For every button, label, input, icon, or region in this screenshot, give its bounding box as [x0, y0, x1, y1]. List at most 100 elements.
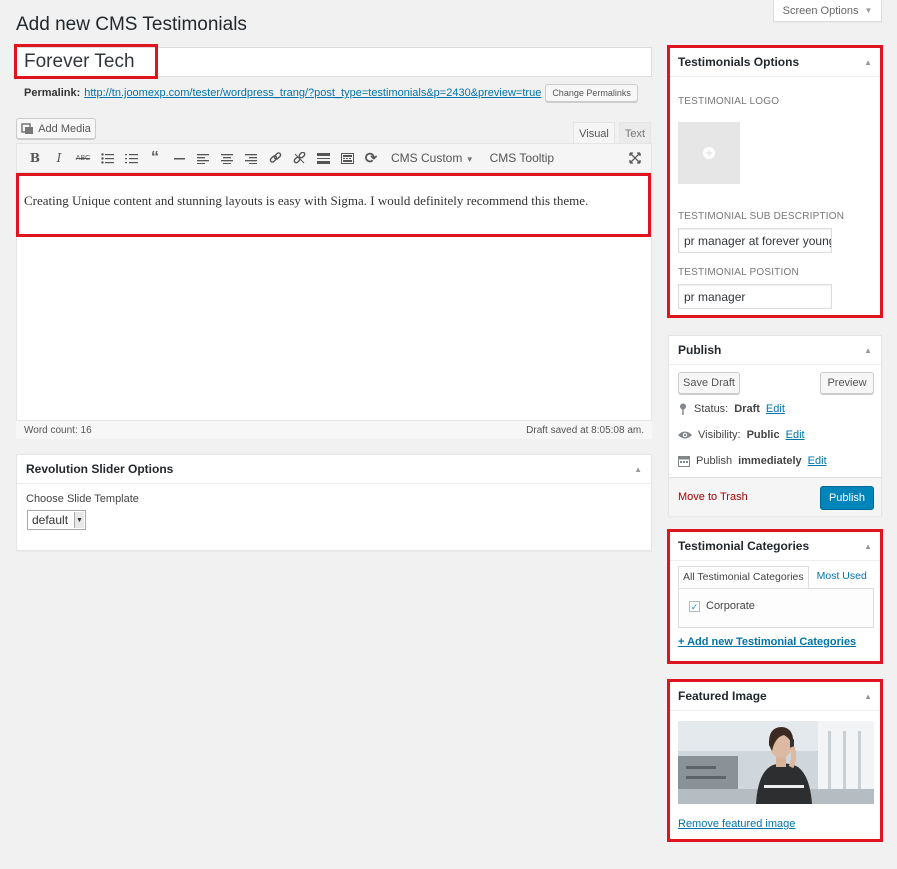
- eye-icon: [678, 431, 692, 439]
- publish-button[interactable]: Publish: [820, 486, 874, 510]
- editor-area[interactable]: [16, 143, 652, 439]
- add-media-label: Add Media: [38, 122, 91, 135]
- add-new-category-link[interactable]: + Add new Testimonial Categories: [678, 636, 856, 648]
- save-draft-button[interactable]: Save Draft: [678, 372, 740, 394]
- align-left-icon[interactable]: [193, 146, 213, 170]
- status-row: Status: Draft Edit: [678, 403, 785, 415]
- status-label: Status:: [694, 403, 729, 415]
- read-more-icon[interactable]: [313, 146, 333, 170]
- choose-template-label: Choose Slide Template: [26, 493, 139, 505]
- collapse-arrow-icon[interactable]: ▲: [864, 58, 872, 67]
- edit-schedule-link[interactable]: Edit: [808, 455, 827, 467]
- fullscreen-icon[interactable]: [625, 146, 645, 170]
- collapse-arrow-icon[interactable]: ▲: [634, 465, 642, 474]
- numbered-list-icon[interactable]: [121, 146, 141, 170]
- tab-all-categories[interactable]: All Testimonial Categories: [678, 566, 809, 588]
- category-label: Corporate: [706, 600, 755, 612]
- testimonial-position-label: TESTIMONIAL POSITION: [678, 267, 799, 278]
- visibility-row: Visibility: Public Edit: [678, 429, 805, 441]
- revolution-slider-box: Revolution Slider Options ▲ Choose Slide…: [16, 454, 652, 551]
- tab-visual[interactable]: Visual: [573, 122, 615, 144]
- move-to-trash-link[interactable]: Move to Trash: [678, 491, 748, 503]
- revolution-slider-header[interactable]: Revolution Slider Options ▲: [17, 455, 651, 484]
- screen-options-label: Screen Options: [782, 4, 859, 17]
- select-arrow-icon: ▼: [74, 512, 84, 528]
- caret-down-icon: ▼: [465, 155, 474, 164]
- horizontal-line-icon[interactable]: [169, 146, 189, 170]
- tab-most-used[interactable]: Most Used: [809, 566, 875, 588]
- editor-statusbar: Word count: 16 Draft saved at 8:05:08 am…: [16, 420, 652, 439]
- cms-tooltip-button[interactable]: CMS Tooltip: [484, 151, 560, 165]
- category-checkbox-corporate[interactable]: ✓: [689, 601, 700, 612]
- align-right-icon[interactable]: [241, 146, 261, 170]
- featured-image-box: Featured Image ▲ Remove featured image: [668, 681, 882, 841]
- change-permalinks-button[interactable]: Change Permalinks: [545, 84, 638, 102]
- draft-saved-status: Draft saved at 8:05:08 am.: [526, 424, 644, 436]
- post-title-input[interactable]: Forever Tech: [16, 47, 652, 77]
- categories-header[interactable]: Testimonial Categories ▲: [669, 532, 881, 561]
- italic-icon[interactable]: I: [49, 146, 69, 170]
- publish-box: Publish ▲ Save Draft Preview Status: Dra…: [668, 335, 882, 516]
- testimonial-categories-box: Testimonial Categories ▲ All Testimonial…: [668, 531, 882, 663]
- edit-visibility-link[interactable]: Edit: [786, 429, 805, 441]
- sub-description-input[interactable]: pr manager at forever young: [678, 228, 832, 253]
- remove-featured-image-link[interactable]: Remove featured image: [678, 818, 795, 830]
- pin-icon: [680, 403, 686, 415]
- add-media-button[interactable]: Add Media: [16, 118, 96, 139]
- category-tabs: All Testimonial Categories Most Used: [678, 566, 875, 588]
- blockquote-icon[interactable]: “: [145, 146, 165, 170]
- slide-template-value: default: [32, 513, 69, 527]
- bullet-list-icon[interactable]: [97, 146, 117, 170]
- status-value: Draft: [734, 403, 760, 415]
- plus-icon: [703, 147, 715, 159]
- media-icon: [21, 122, 34, 134]
- schedule-row: Publish immediately Edit: [678, 455, 827, 467]
- testimonial-logo-label: TESTIMONIAL LOGO: [678, 96, 780, 107]
- collapse-arrow-icon[interactable]: ▲: [864, 542, 872, 551]
- testimonials-options-box: Testimonials Options ▲ TESTIMONIAL LOGO …: [668, 47, 882, 317]
- permalink-link[interactable]: http://tn.joomexp.com/tester/wordpress_t…: [84, 87, 541, 99]
- featured-image-thumbnail[interactable]: [678, 721, 874, 804]
- page-title: Add new CMS Testimonials: [16, 14, 247, 35]
- align-center-icon[interactable]: [217, 146, 237, 170]
- featured-image-header[interactable]: Featured Image ▲: [669, 682, 881, 711]
- testimonial-sub-description-label: TESTIMONIAL SUB DESCRIPTION: [678, 211, 845, 222]
- testimonials-options-title: Testimonials Options: [678, 55, 800, 69]
- cms-custom-label: CMS Custom: [391, 151, 463, 165]
- publish-actions: Move to Trash Publish: [669, 477, 881, 516]
- editor-toolbar: B I ABC “ ⟳ CMS Custom ▼ CMS Tooltip: [16, 143, 652, 173]
- schedule-label: Publish: [696, 455, 733, 467]
- caret-down-icon: ▼: [864, 6, 873, 15]
- preview-button[interactable]: Preview: [820, 372, 874, 394]
- calendar-icon: [678, 456, 690, 467]
- word-count: Word count: 16: [24, 424, 92, 436]
- testimonial-logo-upload[interactable]: [678, 122, 740, 184]
- edit-status-link[interactable]: Edit: [766, 403, 785, 415]
- toolbar-toggle-icon[interactable]: [337, 146, 357, 170]
- permalink-row: Permalink: http://tn.joomexp.com/tester/…: [24, 84, 638, 102]
- refresh-icon[interactable]: ⟳: [361, 146, 381, 170]
- bold-icon[interactable]: B: [25, 146, 45, 170]
- strikethrough-icon[interactable]: ABC: [73, 146, 93, 170]
- unlink-icon[interactable]: [289, 146, 309, 170]
- publish-header[interactable]: Publish ▲: [669, 336, 881, 365]
- schedule-value: immediately: [738, 455, 802, 467]
- collapse-arrow-icon[interactable]: ▲: [864, 346, 872, 355]
- screen-options-button[interactable]: Screen Options ▼: [773, 0, 882, 22]
- cms-custom-dropdown[interactable]: CMS Custom ▼: [385, 151, 480, 165]
- featured-image-title: Featured Image: [678, 689, 767, 703]
- category-list: ✓ Corporate: [678, 588, 874, 628]
- insert-link-icon[interactable]: [265, 146, 285, 170]
- tab-text[interactable]: Text: [619, 122, 651, 144]
- position-input[interactable]: pr manager: [678, 284, 832, 309]
- slide-template-select[interactable]: default ▼: [27, 510, 86, 530]
- categories-title: Testimonial Categories: [678, 539, 810, 553]
- revolution-slider-title: Revolution Slider Options: [26, 462, 174, 476]
- visibility-value: Public: [746, 429, 780, 441]
- permalink-label: Permalink:: [24, 87, 81, 99]
- visibility-label: Visibility:: [698, 429, 741, 441]
- collapse-arrow-icon[interactable]: ▲: [864, 692, 872, 701]
- publish-title: Publish: [678, 343, 722, 357]
- editor-content[interactable]: Creating Unique content and stunning lay…: [24, 193, 644, 209]
- testimonials-options-header[interactable]: Testimonials Options ▲: [669, 48, 881, 77]
